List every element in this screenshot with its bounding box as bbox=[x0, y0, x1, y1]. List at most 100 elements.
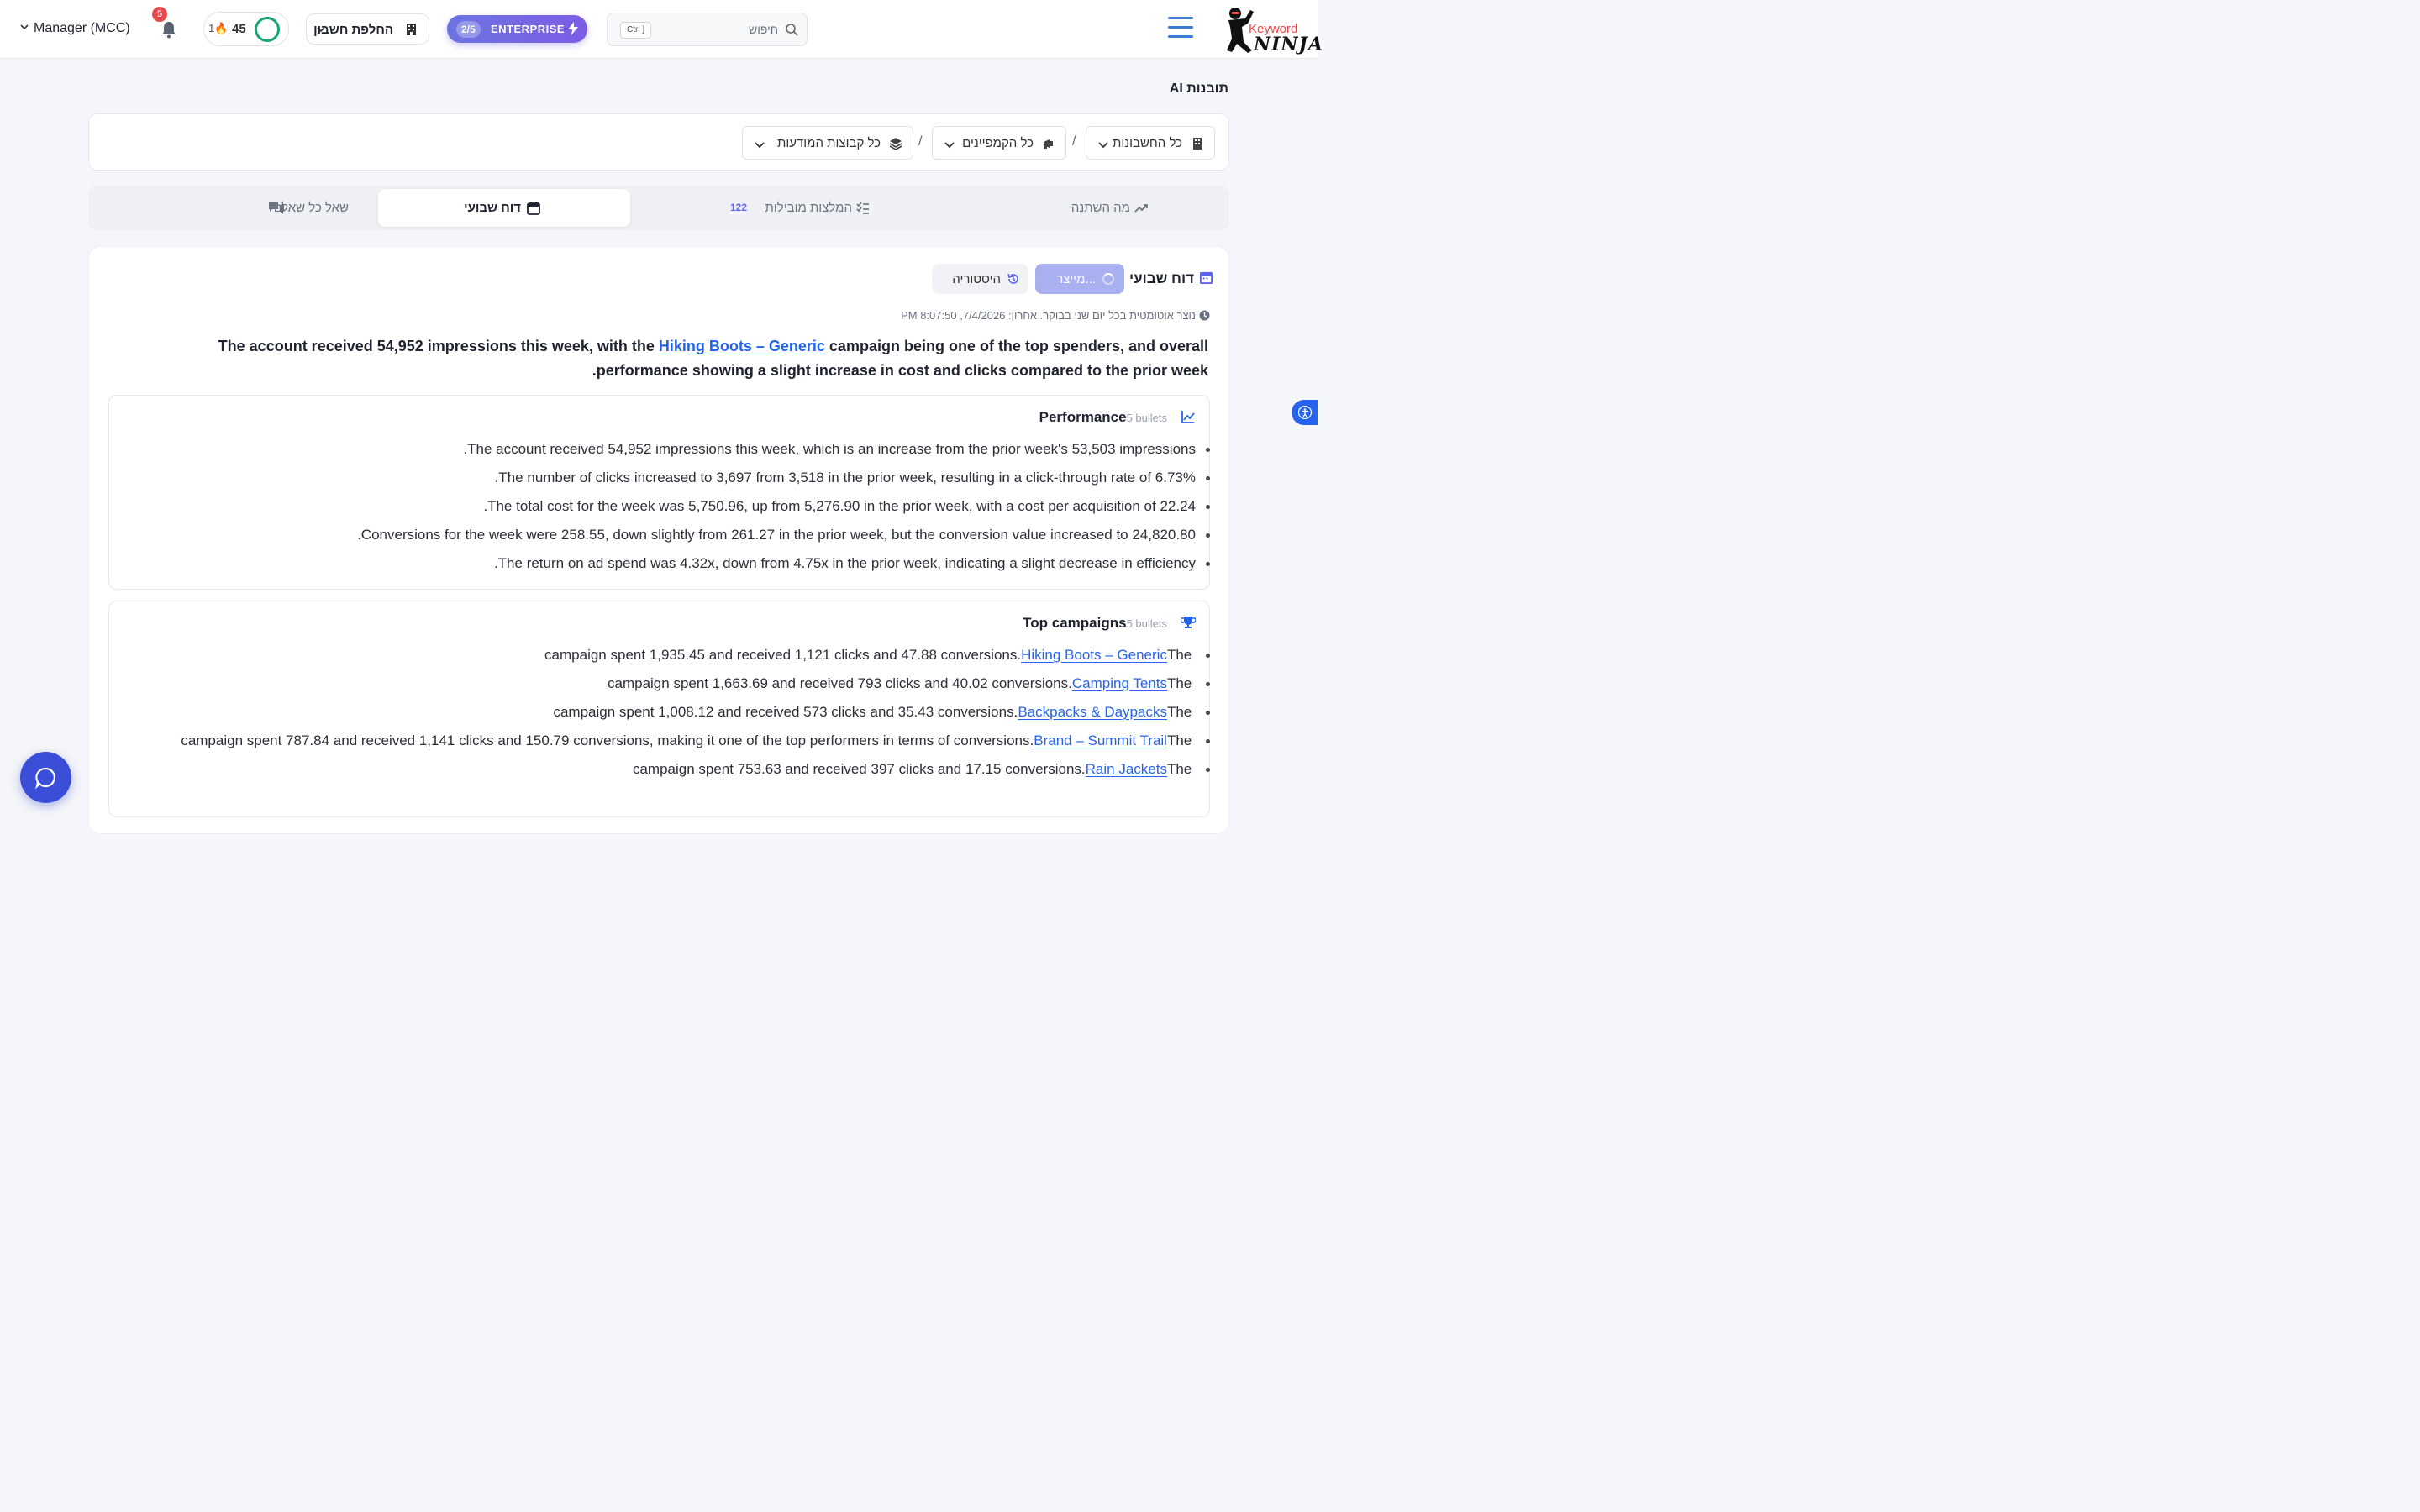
list-item: The Backpacks & Daypacks campaign spent … bbox=[129, 701, 1210, 723]
bullet-text: The account received 54,952 impressions … bbox=[463, 441, 1196, 457]
top-bar: Keyword NINJA חיפוש Ctrl ] 2/5 ENTERPRIS… bbox=[0, 0, 1323, 59]
notification-badge: 5 bbox=[152, 7, 167, 22]
clock-icon bbox=[1199, 310, 1210, 321]
performance-list: The account received 54,952 impressions … bbox=[129, 438, 1210, 580]
recommendations-count-badge: 122 bbox=[730, 202, 748, 213]
score-widget[interactable]: 1 🔥 45 bbox=[203, 12, 289, 46]
score-ring bbox=[255, 17, 280, 42]
tab-weekly-report[interactable]: דוח שבועי bbox=[378, 189, 630, 227]
list-item: The account received 54,952 impressions … bbox=[129, 438, 1210, 460]
plan-count-badge: 2/5 bbox=[456, 21, 481, 38]
top-campaigns-section: Top campaigns5 bullets The Hiking Boots … bbox=[108, 601, 1210, 817]
list-item: The Hiking Boots – Generic campaign spen… bbox=[129, 643, 1210, 666]
filter-separator: / bbox=[918, 134, 923, 149]
campaigns-filter[interactable]: כל הקמפיינים bbox=[932, 126, 1066, 160]
menu-button[interactable] bbox=[1168, 17, 1193, 42]
menu-bar bbox=[1168, 17, 1193, 19]
spinner-icon bbox=[1102, 273, 1114, 285]
bullet-text: The Camping Tents campaign spent 1,663.6… bbox=[603, 675, 1196, 691]
list-item: The Rain Jackets campaign spent 753.63 a… bbox=[129, 758, 1210, 780]
report-title-text: דוח שבועי bbox=[1129, 270, 1194, 286]
section-count: 5 bullets bbox=[1126, 617, 1167, 630]
campaign-link[interactable]: Camping Tents bbox=[1072, 675, 1167, 691]
section-title: Performance bbox=[1039, 409, 1127, 425]
bullet-text: The Rain Jackets campaign spent 753.63 a… bbox=[629, 761, 1196, 777]
bullet-text: The total cost for the week was 5,750.96… bbox=[483, 498, 1196, 514]
chat-launcher-button[interactable] bbox=[20, 752, 71, 803]
account-mode-label: Manager (MCC) bbox=[34, 21, 130, 35]
building-icon bbox=[1193, 138, 1202, 150]
campaign-link[interactable]: Hiking Boots – Generic bbox=[1021, 647, 1167, 663]
search-icon bbox=[786, 24, 798, 36]
performance-section: Performance5 bullets The account receive… bbox=[108, 395, 1210, 590]
tab-what-changed[interactable]: מה השתנה bbox=[1009, 189, 1226, 227]
accounts-filter[interactable]: כל החשבונות bbox=[1086, 126, 1215, 160]
generating-button[interactable]: מייצר... bbox=[1035, 264, 1124, 294]
bullet-text: Conversions for the week were 258.55, do… bbox=[357, 527, 1196, 543]
summary-text: The account received 54,952 impressions … bbox=[218, 338, 659, 354]
filter-bar: כל החשבונות / כל הקמפיינים / כל קבוצות ה… bbox=[88, 113, 1229, 171]
tab-label: דוח שבועי bbox=[464, 201, 521, 215]
list-item: The number of clicks increased to 3,697 … bbox=[129, 466, 1210, 489]
enterprise-plan-button[interactable]: 2/5 ENTERPRISE bbox=[447, 15, 587, 43]
campaign-link[interactable]: Backpacks & Daypacks bbox=[1018, 704, 1167, 720]
history-icon bbox=[1007, 273, 1018, 284]
campaign-link[interactable]: Brand – Summit Trail bbox=[1034, 732, 1167, 748]
top-campaigns-list: The Hiking Boots – Generic campaign spen… bbox=[129, 643, 1210, 786]
list-item: The total cost for the week was 5,750.96… bbox=[129, 495, 1210, 517]
tab-label: מה השתנה bbox=[1071, 201, 1130, 215]
bullet-text: The Hiking Boots – Generic campaign spen… bbox=[540, 647, 1196, 663]
weekly-report-card: דוח שבועי מייצר... היסטוריה נוצר אוטומטי… bbox=[88, 246, 1229, 834]
account-mode-dropdown[interactable]: Manager (MCC) bbox=[20, 21, 130, 36]
chevron-down-icon bbox=[944, 142, 955, 149]
checklist-icon bbox=[856, 202, 869, 214]
campaign-link[interactable]: Hiking Boots – Generic bbox=[659, 338, 825, 354]
accessibility-button[interactable] bbox=[1292, 400, 1318, 425]
search-box[interactable]: חיפוש Ctrl ] bbox=[607, 13, 808, 46]
line-chart-icon bbox=[1181, 411, 1195, 423]
trophy-icon bbox=[1181, 617, 1196, 628]
chat-bubble-icon bbox=[35, 767, 55, 789]
keyword-ninja-logo[interactable]: Keyword NINJA bbox=[1220, 3, 1323, 55]
list-item: Conversions for the week were 258.55, do… bbox=[129, 523, 1210, 546]
calendar-icon bbox=[1199, 271, 1213, 285]
score-value: 45 bbox=[232, 22, 246, 36]
bell-icon[interactable] bbox=[160, 20, 178, 39]
tab-label: שאל כל שאלה bbox=[273, 201, 349, 215]
tab-bar: מה השתנה המלצות מובילות 122 דוח שבועי שא… bbox=[88, 186, 1229, 230]
adgroups-filter-label: כל קבוצות המודעות bbox=[776, 136, 881, 150]
plan-label: ENTERPRISE bbox=[491, 23, 566, 35]
history-button[interactable]: היסטוריה bbox=[932, 264, 1028, 294]
search-placeholder: חיפוש bbox=[749, 23, 778, 36]
history-label: היסטוריה bbox=[952, 272, 1001, 286]
accessibility-icon bbox=[1298, 406, 1312, 419]
accounts-filter-label: כל החשבונות bbox=[1113, 136, 1182, 150]
flame-icon: 🔥 bbox=[214, 22, 229, 34]
tab-ask-anything[interactable]: שאל כל שאלה bbox=[92, 189, 376, 227]
adgroups-filter[interactable]: כל קבוצות המודעות bbox=[742, 126, 913, 160]
logo-ninja-text: NINJA bbox=[1254, 34, 1323, 55]
bullet-text: The Backpacks & Daypacks campaign spent … bbox=[549, 704, 1196, 720]
tab-label: המלצות מובילות bbox=[765, 201, 853, 215]
list-item: The return on ad spend was 4.32x, down f… bbox=[129, 552, 1210, 575]
tab-top-recommendations[interactable]: המלצות מובילות 122 bbox=[632, 189, 1004, 227]
campaign-link[interactable]: Rain Jackets bbox=[1086, 761, 1167, 777]
switch-account-dropdown[interactable]: החלפת חשבון bbox=[306, 13, 429, 45]
report-meta-text: נוצר אוטומטית בכל יום שני בבוקר. אחרון: … bbox=[901, 309, 1196, 322]
building-icon bbox=[407, 24, 416, 35]
layers-icon bbox=[889, 138, 902, 150]
bullet-text: The number of clicks increased to 3,697 … bbox=[494, 470, 1196, 486]
bullet-text: The return on ad spend was 4.32x, down f… bbox=[493, 555, 1196, 571]
list-item: The Brand – Summit Trail campaign spent … bbox=[129, 729, 1210, 752]
search-shortcut-hint: Ctrl ] bbox=[620, 22, 652, 39]
menu-bar bbox=[1168, 26, 1193, 29]
campaigns-filter-label: כל הקמפיינים bbox=[962, 136, 1034, 150]
menu-bar bbox=[1168, 35, 1193, 38]
megaphone-icon bbox=[1044, 139, 1053, 149]
section-count: 5 bullets bbox=[1126, 412, 1167, 424]
filter-separator: / bbox=[1072, 134, 1076, 149]
switch-account-label: החלפת חשבון bbox=[313, 23, 393, 37]
list-item: The Camping Tents campaign spent 1,663.6… bbox=[129, 672, 1210, 695]
chevron-down-icon bbox=[755, 142, 765, 149]
report-title: דוח שבועי bbox=[1129, 270, 1213, 287]
